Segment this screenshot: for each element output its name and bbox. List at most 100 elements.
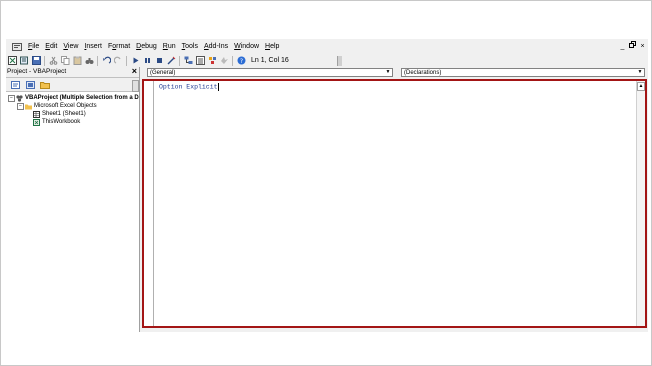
close-window-button[interactable]: × [639,41,646,52]
vbe-app-icon [12,43,22,51]
menu-bar: File Edit View Insert Format Debug Run T… [6,40,648,54]
screenshot-frame: File Edit View Insert Format Debug Run T… [0,0,652,366]
menu-format[interactable]: Format [105,41,133,53]
project-explorer-titlebar: Project - VBAProject × [6,66,139,78]
window-controls: _ × [619,41,646,52]
minimize-button[interactable]: _ [619,41,626,52]
menu-file[interactable]: File [25,41,42,53]
procedure-dropdown-value: (Declarations) [404,70,442,76]
toggle-folders-button[interactable] [40,80,50,90]
project-explorer-pane: Project - VBAProject × − VBAProject (Mul… [6,66,140,332]
chevron-down-icon[interactable]: ▼ [384,69,392,76]
run-button[interactable] [130,56,140,66]
save-icon [31,56,41,65]
excel-icon [7,56,17,65]
help-icon: ? [237,56,245,65]
procedure-dropdown[interactable]: (Declarations) ▼ [401,68,645,77]
project-scrollbar-stub[interactable] [132,80,139,92]
paste-icon [73,56,81,65]
properties-window-button[interactable] [195,56,205,66]
redo-icon [113,56,121,64]
menu-edit[interactable]: Edit [42,41,60,53]
tree-node-thisworkbook[interactable]: ThisWorkbook [33,118,80,126]
copy-button[interactable] [60,56,70,66]
project-explorer-close-button[interactable]: × [132,66,137,77]
object-dropdown[interactable]: (General) ▼ [147,68,393,77]
menu-insert[interactable]: Insert [81,41,105,53]
binoculars-icon [85,58,93,64]
collapse-toggle[interactable]: − [17,102,24,110]
menu-view[interactable]: View [60,41,81,53]
find-button[interactable] [84,56,94,66]
project-explorer-title: Project - VBAProject [7,68,67,75]
menu-debug[interactable]: Debug [133,41,160,53]
tree-label-sheet1: Sheet1 (Sheet1) [42,111,86,117]
collapse-toggle[interactable]: − [8,94,15,102]
tree-node-sheet1[interactable]: Sheet1 (Sheet1) [33,110,86,118]
restore-button[interactable] [629,41,636,52]
workbook-icon [33,118,40,126]
toolbar-separator [97,55,98,66]
insert-module-icon [19,56,28,65]
insert-module-button[interactable] [19,56,29,66]
folder-icon [25,104,32,109]
toolbar-grip[interactable] [337,56,342,66]
vba-editor-window: File Edit View Insert Format Debug Run T… [6,39,648,332]
view-code-button[interactable] [10,80,20,90]
standard-toolbar: ? Ln 1, Col 16 [6,54,342,67]
copy-icon [60,56,69,65]
undo-icon [102,56,111,64]
toolbar-separator [179,55,180,66]
tree-node-vbaproject[interactable]: − VBAProject (Multiple Selection from a … [8,94,139,102]
view-code-icon [10,80,20,89]
toolbar-separator [44,55,45,66]
margin-indicator-bar[interactable] [144,81,154,326]
menu-tools[interactable]: Tools [179,41,201,53]
reset-button[interactable] [154,56,164,66]
object-browser-icon [208,57,216,64]
view-excel-button[interactable] [7,56,17,66]
view-object-icon [25,80,35,89]
folder-icon [40,81,50,89]
restore-icon [629,41,636,48]
view-object-button[interactable] [25,80,35,90]
menu-run[interactable]: Run [160,41,179,53]
design-mode-icon [167,56,175,65]
project-explorer-icon [184,56,192,64]
help-button[interactable]: ? [236,56,246,66]
menu-add-ins[interactable]: Add-Ins [201,41,231,53]
undo-button[interactable] [101,56,111,66]
cut-icon [49,56,57,65]
tree-node-excel-objects[interactable]: − Microsoft Excel Objects [17,102,97,110]
properties-icon [195,56,205,65]
text-caret [217,83,219,91]
object-browser-button[interactable] [207,56,217,66]
project-explorer-toolbar [6,78,139,92]
toolbox-icon [220,57,228,64]
scroll-up-button[interactable]: ▲ [637,82,645,91]
object-dropdown-value: (General) [150,70,176,76]
tree-label-vbaproject: VBAProject (Multiple Selection from a D [25,95,139,101]
toolbox-button[interactable] [219,56,229,66]
menu-help[interactable]: Help [262,41,282,53]
code-line-text: Option Explicit [159,83,218,91]
code-line[interactable]: Option Explicit [159,83,219,91]
save-button[interactable] [31,56,41,66]
cut-button[interactable] [48,56,58,66]
vertical-scrollbar[interactable]: ▲ [636,81,645,326]
menu-window[interactable]: Window [231,41,262,53]
project-explorer-button[interactable] [183,56,193,66]
paste-button[interactable] [72,56,82,66]
tree-label-thisworkbook: ThisWorkbook [42,119,81,125]
stop-icon [156,58,162,63]
design-mode-button[interactable] [166,56,176,66]
break-button[interactable] [142,56,152,66]
play-icon [133,57,138,64]
worksheet-icon [33,110,40,118]
tree-label-excel-objects: Microsoft Excel Objects [34,103,97,109]
code-editor[interactable]: Option Explicit ▲ [142,79,647,328]
redo-button[interactable] [113,56,123,66]
svg-text:?: ? [239,58,242,65]
chevron-down-icon[interactable]: ▼ [636,69,644,76]
toolbar-separator [126,55,127,66]
